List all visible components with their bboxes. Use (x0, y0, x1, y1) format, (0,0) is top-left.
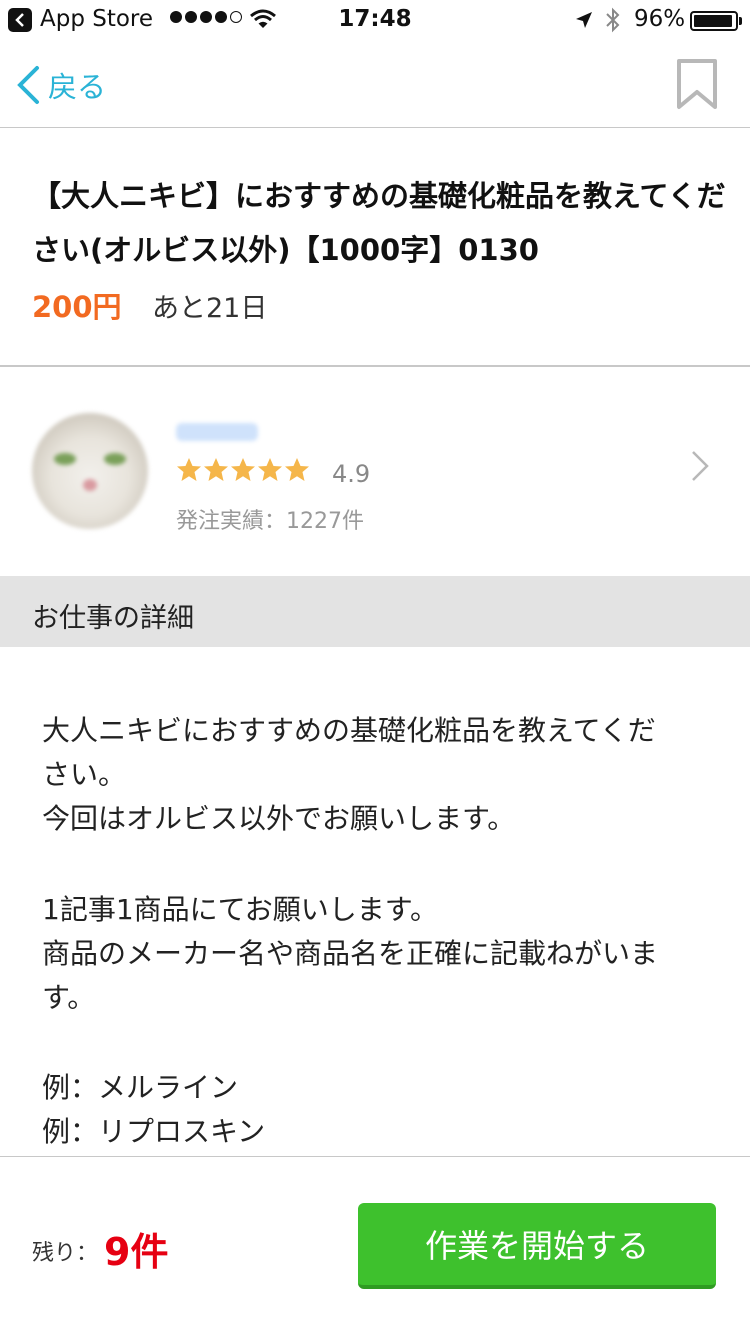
job-price: 200円 (32, 290, 122, 324)
job-title: 【大人ニキビ】におすすめの基礎化粧品を教えてください(オルビス以外)【1000字… (32, 179, 726, 267)
description-line: 今回はオルビス以外でお願いします。 (42, 802, 516, 835)
bluetooth-icon (604, 7, 622, 37)
back-button[interactable]: 戻る (16, 64, 106, 106)
client-profile-row[interactable]: 4.9 発注実績：1227件 (0, 369, 750, 575)
chevron-right-icon (690, 449, 710, 487)
star-icon (204, 458, 228, 481)
avatar (32, 413, 148, 529)
job-description: 大人ニキビにおすすめの基礎化粧品を教えてくだ さい。 今回はオルビス以外でお願い… (0, 648, 750, 1156)
star-icon (258, 458, 282, 481)
battery-tip (739, 17, 742, 25)
chevron-left-icon (17, 66, 39, 104)
rating-value: 4.9 (332, 460, 371, 488)
details-section-header: お仕事の詳細 (0, 576, 750, 647)
description-line: 商品のメーカー名や商品名を正確に記載ねがいま (42, 937, 659, 970)
navigation-bar: 戻る (0, 40, 750, 128)
stock-value: 9件 (104, 1230, 169, 1274)
bookmark-icon[interactable] (676, 58, 718, 114)
back-label[interactable]: 戻る (48, 64, 106, 106)
bottom-action-bar: 残り： 9件 作業を開始する (0, 1156, 750, 1334)
remaining-days: あと21日 (152, 293, 268, 324)
description-line: す。 (42, 981, 96, 1014)
start-work-button[interactable]: 作業を開始する (358, 1203, 716, 1289)
order-count: 発注実績：1227件 (176, 509, 364, 534)
description-line: 大人ニキビにおすすめの基礎化粧品を教えてくだ (42, 714, 656, 747)
description-line: 例：メルライン (42, 1071, 239, 1104)
description-line: 1記事1商品にてお願いします。 (42, 893, 438, 926)
job-summary: 【大人ニキビ】におすすめの基礎化粧品を教えてください(オルビス以外)【1000字… (0, 129, 750, 367)
client-name (176, 423, 258, 441)
star-icon (177, 458, 201, 481)
battery-icon (690, 11, 738, 31)
battery-percent: 96% (634, 6, 686, 32)
section-title: お仕事の詳細 (32, 603, 194, 634)
location-arrow-icon (574, 10, 594, 34)
star-icon (231, 458, 255, 481)
star-icon (285, 458, 309, 481)
description-line: さい。 (42, 758, 127, 791)
stock-label: 残り： (32, 1241, 99, 1266)
rating-stars (176, 457, 310, 483)
status-bar: App Store 17:48 96% (0, 0, 750, 40)
description-line: 例：リプロスキン (42, 1115, 266, 1148)
